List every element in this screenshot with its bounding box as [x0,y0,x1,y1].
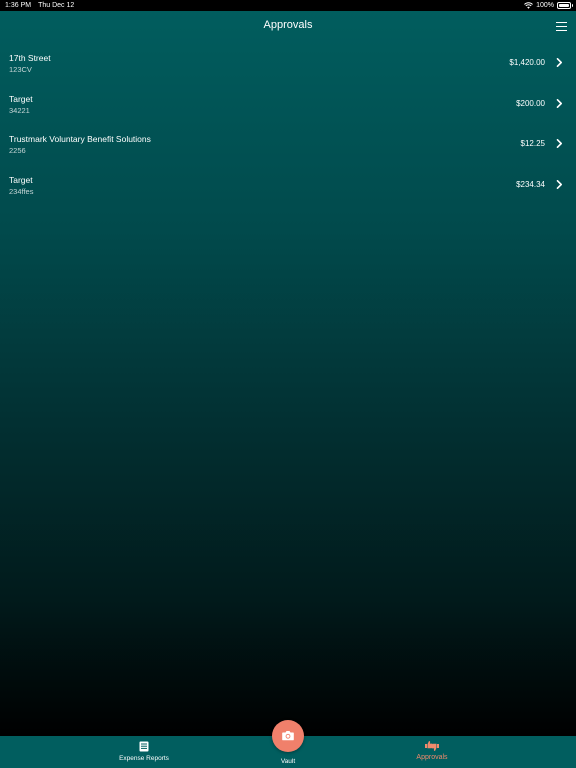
menu-icon[interactable] [556,22,567,31]
screen: 1:36 PM Thu Dec 12 100% Approvals 17th St… [0,0,576,768]
approval-amount: $12.25 [520,139,545,148]
page-title: Approvals [263,19,313,31]
chevron-right-icon[interactable] [556,179,563,189]
approval-row[interactable]: Target 34221 $200.00 [0,86,576,127]
approval-amount: $200.00 [516,98,545,108]
tab-approvals[interactable]: Approvals [392,736,472,768]
approval-row[interactable]: Trustmark Voluntary Benefit Solutions 22… [0,126,576,167]
approval-merchant-name: 17th Street [9,53,51,63]
approval-report-code: 2256 [9,146,26,155]
camera-icon [282,731,294,741]
approval-report-code: 234ffes [9,186,34,196]
approval-amount: $234.34 [516,179,545,189]
tab-expense-reports[interactable]: Expense Reports [104,736,184,768]
chevron-right-icon[interactable] [556,139,563,148]
tab-expense-reports-label: Expense Reports [119,755,169,762]
approval-row[interactable]: Target 234ffes $234.34 [0,167,576,208]
status-left: 1:36 PM Thu Dec 12 [5,0,74,11]
tab-vault-label: Vault [280,758,296,765]
status-date: Thu Dec 12 [38,2,75,9]
status-time: 1:36 PM [5,2,32,9]
vault-camera-button[interactable] [272,720,304,752]
header: Approvals [0,11,576,45]
wifi-icon [524,2,533,9]
status-bar: 1:36 PM Thu Dec 12 100% [0,0,576,11]
approval-merchant-name: Target [9,93,33,104]
battery-percent: 100% [536,2,554,9]
approvals-list: 17th Street 123CV $1,420.00 Target 34221… [0,45,576,207]
approval-row[interactable]: 17th Street 123CV $1,420.00 [0,45,576,86]
approval-report-code: 34221 [9,105,30,115]
document-icon [139,741,149,752]
tab-approvals-label: Approvals [416,754,448,761]
chevron-right-icon[interactable] [556,58,563,67]
thumbs-icon [425,741,439,751]
approval-merchant-name: Target [9,174,33,185]
battery-icon [557,2,573,9]
approval-amount: $1,420.00 [509,58,545,67]
status-right: 100% [524,0,573,11]
approval-report-code: 123CV [9,65,32,74]
chevron-right-icon[interactable] [556,98,563,108]
approval-merchant-name: Trustmark Voluntary Benefit Solutions [9,134,151,144]
